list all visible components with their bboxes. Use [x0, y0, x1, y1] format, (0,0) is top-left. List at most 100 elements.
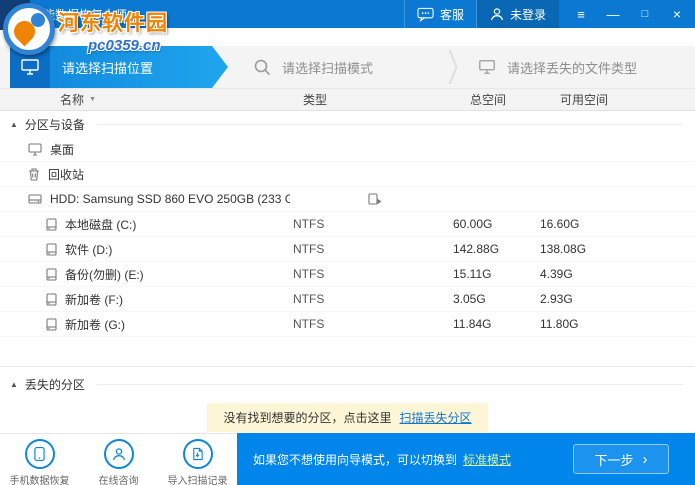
collapse-triangle-icon: ▲	[10, 379, 18, 389]
minimize-button[interactable]: —	[597, 0, 629, 28]
section-partitions-devices[interactable]: ▲ 分区与设备	[0, 111, 695, 137]
total-space: 60.00G	[453, 217, 493, 231]
list-item-hdd-samsung-ssd[interactable]: HDD: Samsung SSD 860 EVO 250GB (233 GB)	[0, 187, 695, 212]
chat-bubble-icon	[417, 7, 434, 22]
hamburger-icon: ≡	[577, 6, 585, 22]
list-item-drive-e[interactable]: 备份(勿删) (E:) NTFS 15.11G 4.39G	[0, 262, 695, 287]
item-label: 软件 (D:)	[65, 242, 113, 257]
section-lost-partitions[interactable]: ▲ 丢失的分区	[0, 371, 695, 397]
free-space: 4.39G	[540, 267, 573, 281]
step-separator-chevron	[438, 50, 452, 84]
free-space: 2.93G	[540, 292, 573, 306]
hard-disk-icon	[28, 193, 42, 205]
user-icon	[490, 7, 504, 21]
column-label: 名称	[60, 93, 85, 107]
scan-lost-partition-link[interactable]: 扫描丢失分区	[400, 409, 472, 426]
total-space: 3.05G	[453, 292, 486, 306]
section-divider	[0, 366, 695, 367]
section-title: 分区与设备	[24, 117, 85, 132]
total-space: 142.88G	[453, 242, 500, 256]
lost-partition-hint: 没有找到想要的分区，点击这里 扫描丢失分区	[207, 403, 488, 432]
free-space: 11.80G	[540, 317, 579, 331]
free-space: 138.08G	[540, 242, 587, 256]
sort-arrow-icon: ▼	[89, 96, 96, 103]
item-label: HDD: Samsung SSD 860 EVO 250GB (233 GB)	[50, 192, 290, 206]
fs-type: NTFS	[293, 292, 325, 306]
import-file-icon	[182, 439, 213, 469]
item-label: 新加卷 (G:)	[65, 317, 125, 332]
action-label: 手机数据恢复	[9, 476, 70, 485]
footer-bar: 手机数据恢复 在线咨询 导入扫描记录 如果您不想使用向导模式，可以切换到 标准模…	[0, 433, 695, 485]
login-status-label: 未登录	[509, 7, 546, 22]
desktop-icon	[28, 142, 42, 156]
partition-icon	[46, 267, 57, 281]
recycle-bin-icon	[28, 167, 40, 181]
item-label: 新加卷 (F:)	[65, 292, 123, 307]
column-header-free-space[interactable]: 可用空间	[535, 91, 695, 108]
customer-service-button[interactable]: 客服	[403, 0, 477, 28]
fs-type: NTFS	[293, 267, 325, 281]
list-item-desktop[interactable]: 桌面	[0, 137, 695, 162]
partition-icon	[46, 217, 57, 231]
phone-recovery-button[interactable]: 手机数据恢复	[3, 439, 77, 485]
rescan-disk-icon[interactable]	[368, 192, 382, 206]
device-icon	[10, 46, 50, 88]
app-title: 万能数据恢复大师	[31, 7, 128, 22]
list-item-recycle-bin[interactable]: 回收站	[0, 162, 695, 187]
next-button-label: 下一步	[594, 452, 634, 468]
list-item-drive-g[interactable]: 新加卷 (G:) NTFS 11.84G 11.80G	[0, 312, 695, 337]
item-label: 备份(勿删) (E:)	[65, 267, 144, 282]
action-label: 导入扫描记录	[167, 476, 228, 485]
arrow-right-icon: ›	[642, 450, 648, 468]
column-header-total-space[interactable]: 总空间	[450, 91, 535, 108]
step-select-scan-mode[interactable]: 请选择扫描模式	[253, 46, 373, 88]
section-divider	[96, 123, 683, 125]
next-step-button[interactable]: 下一步 ›	[573, 444, 669, 474]
online-consult-button[interactable]: 在线咨询	[82, 439, 156, 485]
mode-hint-text: 如果您不想使用向导模式，可以切换到	[253, 452, 458, 467]
customer-service-label: 客服	[439, 7, 464, 22]
list-item-drive-d[interactable]: 软件 (D:) NTFS 142.88G 138.08G	[0, 237, 695, 262]
section-divider	[96, 383, 683, 385]
footer-wizard-bar: 如果您不想使用向导模式，可以切换到 标准模式 下一步 ›	[237, 433, 695, 485]
app-window: 万能数据恢复大师 客服 未登录 ≡ — □ × 河东软件园 pc0359.cn …	[0, 0, 695, 485]
device-list: ▲ 分区与设备 桌面 回收站 HDD: Samsung SSD 860 EVO …	[0, 111, 695, 337]
close-icon: ×	[672, 6, 682, 22]
table-header: 名称 ▼ 类型 总空间 可用空间	[0, 88, 695, 111]
total-space: 11.84G	[453, 317, 492, 331]
column-header-type[interactable]: 类型	[290, 91, 450, 108]
step-label: 请选择丢失的文件类型	[507, 60, 638, 76]
footer-actions: 手机数据恢复 在线咨询 导入扫描记录	[0, 433, 237, 485]
column-header-name[interactable]: 名称 ▼	[0, 91, 290, 108]
list-item-drive-f[interactable]: 新加卷 (F:) NTFS 3.05G 2.93G	[0, 287, 695, 312]
fs-type: NTFS	[293, 317, 325, 331]
search-icon	[253, 58, 271, 76]
hint-text: 没有找到想要的分区，点击这里	[223, 411, 392, 425]
step-label: 请选择扫描位置	[62, 60, 154, 76]
maximize-icon: □	[641, 8, 649, 20]
item-label: 本地磁盘 (C:)	[65, 217, 137, 232]
wizard-steps: 请选择扫描位置 请选择扫描模式 请选择丢失的文件类型	[0, 46, 695, 88]
partition-icon	[46, 317, 57, 331]
app-logo-icon	[8, 6, 24, 22]
monitor-icon	[478, 58, 496, 76]
standard-mode-link[interactable]: 标准模式	[463, 451, 511, 468]
titlebar-right: 客服 未登录 ≡ — □ ×	[403, 0, 695, 28]
consultant-icon	[103, 439, 134, 469]
list-item-drive-c[interactable]: 本地磁盘 (C:) NTFS 60.00G 16.60G	[0, 212, 695, 237]
close-button[interactable]: ×	[661, 0, 693, 28]
total-space: 15.11G	[453, 267, 492, 281]
item-label: 回收站	[48, 167, 85, 182]
fs-type: NTFS	[293, 242, 325, 256]
item-label: 桌面	[50, 142, 75, 157]
step-select-scan-location[interactable]: 请选择扫描位置	[10, 46, 228, 88]
login-button[interactable]: 未登录	[476, 0, 559, 28]
maximize-button[interactable]: □	[629, 0, 661, 28]
action-label: 在线咨询	[98, 476, 139, 485]
collapse-triangle-icon: ▲	[10, 119, 18, 129]
import-scan-record-button[interactable]: 导入扫描记录	[161, 439, 235, 485]
lost-partitions-section: ▲ 丢失的分区 没有找到想要的分区，点击这里 扫描丢失分区	[0, 366, 695, 432]
step-select-file-type[interactable]: 请选择丢失的文件类型	[478, 46, 637, 88]
menu-button[interactable]: ≡	[565, 0, 597, 28]
phone-icon	[24, 439, 55, 469]
